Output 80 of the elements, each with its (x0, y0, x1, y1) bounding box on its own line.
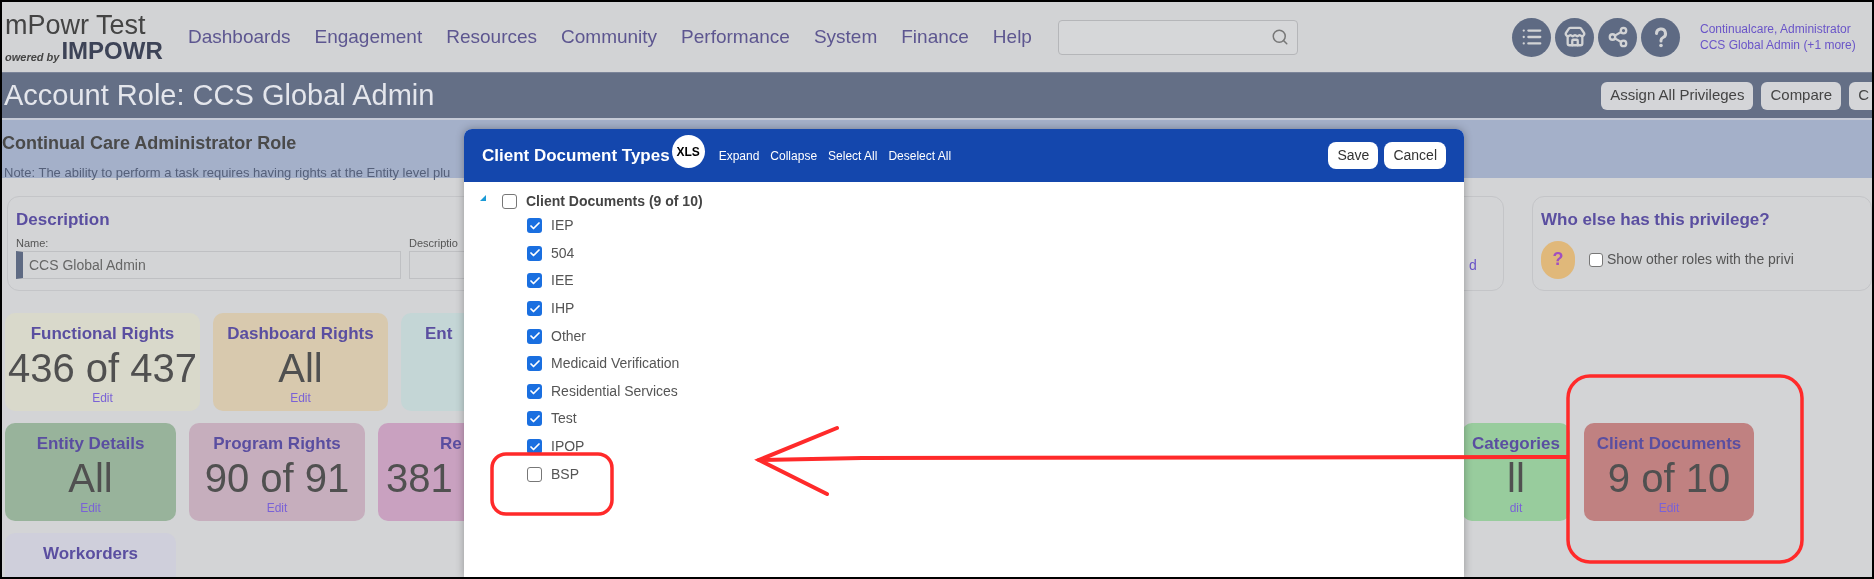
tree-item[interactable]: Other (551, 325, 586, 347)
tree-item[interactable]: IPOP (551, 436, 585, 458)
header-link[interactable]: Select All (828, 146, 878, 165)
dialog-button[interactable]: Save (1328, 142, 1379, 169)
tree-item[interactable]: IHP (551, 298, 575, 320)
checkbox[interactable] (527, 301, 542, 317)
checkbox[interactable] (527, 356, 542, 372)
toolbar-button[interactable]: Assign All Privileges (1601, 81, 1754, 110)
tile-value: All (278, 346, 323, 389)
checkbox[interactable] (527, 466, 542, 482)
nav-item[interactable]: Engagement (314, 22, 423, 52)
name-field[interactable]: CCS Global Admin (16, 251, 401, 279)
checkbox[interactable] (1589, 252, 1603, 267)
dialog-title: Client Document Types (482, 144, 670, 167)
tile-title: Re (440, 433, 462, 455)
checkbox[interactable] (527, 245, 542, 261)
field-label: Name: (16, 235, 50, 251)
tree-item[interactable]: IEE (551, 270, 574, 292)
user-role[interactable]: CCS Global Admin (+1 more) (1700, 37, 1872, 53)
nav-item[interactable]: Dashboards (188, 22, 291, 52)
tree-item[interactable]: Residential Services (551, 380, 678, 402)
checkbox-label: Show other roles with the privi (1607, 250, 1794, 269)
tree-item[interactable]: IEP (551, 215, 574, 237)
checkbox[interactable] (502, 193, 517, 209)
tile-value: All (68, 456, 113, 499)
tile-title: Functional Rights (30, 323, 175, 345)
tile-title: Categories (1472, 433, 1560, 455)
nav-item[interactable]: Finance (901, 22, 969, 52)
checkbox[interactable] (527, 273, 542, 289)
card-heading: Who else has this privilege? (1541, 209, 1770, 231)
checkbox[interactable] (527, 383, 542, 399)
tile-value: 90 of 91 (204, 456, 350, 499)
note-text: Note: The ability to perform a task requires having rights at the Entity level plu (3, 164, 451, 182)
tree-item[interactable]: Test (551, 408, 577, 430)
header-link[interactable]: Expand (718, 146, 760, 165)
tree-item[interactable]: Medicaid Verification (551, 353, 680, 375)
list-icon[interactable] (1512, 17, 1551, 57)
header-link[interactable]: Collapse (770, 146, 818, 165)
user-name[interactable]: Continualcare, Administrator (1700, 21, 1872, 37)
expanded-triangle-icon[interactable] (480, 195, 486, 201)
tile-title: Client Documents (1596, 433, 1742, 455)
checkbox[interactable] (527, 411, 542, 427)
store-icon[interactable] (1555, 17, 1594, 57)
toolbar-button[interactable]: C (1849, 81, 1872, 110)
page-title: Account Role: CCS Global Admin (3, 77, 435, 113)
share-icon[interactable] (1598, 17, 1637, 57)
field-label: Descriptio (409, 235, 459, 251)
tile-value: 9 of 10 (1607, 456, 1731, 499)
tile-title: Entity Details (36, 433, 145, 455)
toolbar-button[interactable]: Compare (1761, 81, 1842, 110)
nav-item[interactable]: Community (561, 22, 658, 52)
avatar-icon: ? (1541, 240, 1575, 279)
app-name: mPowr Test (5, 11, 147, 39)
tagline: owered by (5, 51, 60, 63)
xls-badge[interactable]: XLS (671, 135, 705, 168)
search-icon (1270, 28, 1289, 46)
tile-title: Workorders (42, 543, 139, 565)
nav-item[interactable]: Performance (681, 22, 790, 52)
logo: IMPOWR (61, 38, 163, 63)
nav-item[interactable]: Resources (446, 22, 538, 52)
link-fragment[interactable]: d (1469, 254, 1477, 279)
dialog-button[interactable]: Cancel (1384, 142, 1446, 169)
nav-item[interactable]: System (813, 22, 878, 52)
tree-item[interactable]: 504 (551, 242, 575, 264)
header-link[interactable]: Deselect All (888, 146, 952, 165)
role-heading: Continual Care Administrator Role (2, 132, 297, 155)
tile-title: Dashboard Rights (227, 323, 374, 345)
tile-value: 381 (386, 456, 453, 499)
card-heading: Description (16, 209, 110, 231)
tile-title: Ent (425, 323, 453, 345)
search-field[interactable] (1057, 19, 1298, 55)
tree-item[interactable]: Client Documents (9 of 10) (526, 190, 703, 212)
tree-item[interactable]: BSP (551, 463, 579, 485)
checkbox[interactable] (527, 218, 542, 234)
checkbox[interactable] (527, 328, 542, 344)
help-icon[interactable] (1641, 17, 1680, 57)
tile-value: 436 of 437 (7, 346, 198, 389)
nav-item[interactable]: Help (992, 22, 1032, 52)
tile-value: ll (1507, 456, 1525, 499)
tile-title: Program Rights (213, 433, 341, 455)
